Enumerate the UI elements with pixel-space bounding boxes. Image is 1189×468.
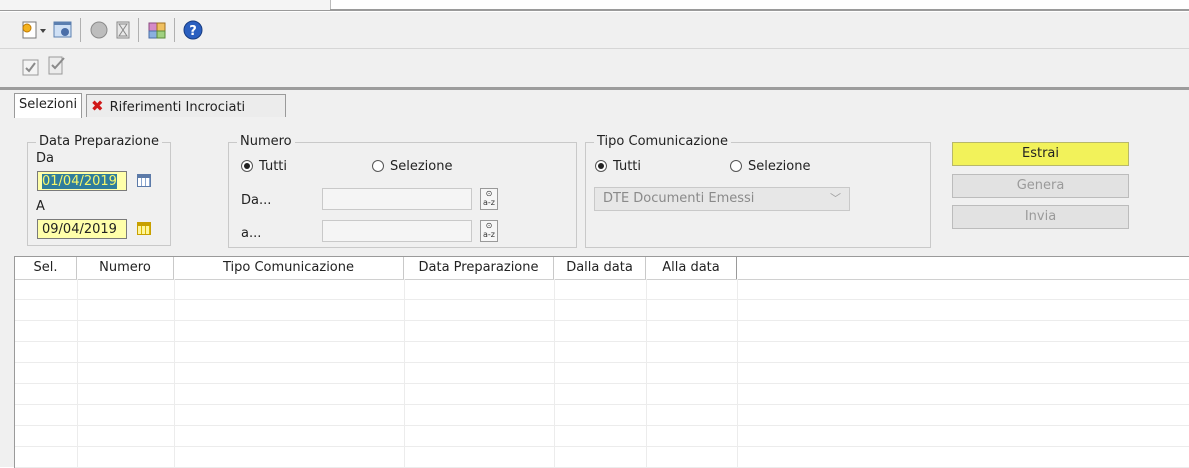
tabs-bar: Selezioni ✖ Riferimenti Incrociati (0, 90, 1189, 119)
table-row[interactable] (15, 405, 1189, 426)
data-preparazione-group: Data Preparazione Da 01/04/2019 A 09/04/… (27, 134, 171, 246)
sort-az-icon[interactable]: ⊙ a-z (480, 220, 498, 242)
table-row[interactable] (15, 384, 1189, 405)
table-row[interactable] (15, 279, 1189, 300)
table-row[interactable] (15, 342, 1189, 363)
results-grid[interactable]: Sel. Numero Tipo Comunicazione Data Prep… (14, 256, 1189, 468)
window-top-strip (0, 0, 1189, 12)
genera-button[interactable]: Genera (952, 174, 1129, 198)
numero-a-input[interactable] (322, 220, 472, 242)
close-icon[interactable]: ✖ (91, 97, 104, 115)
secondary-toolbar (0, 49, 1189, 90)
hourglass-icon[interactable] (112, 19, 134, 41)
numero-da-input[interactable] (322, 188, 472, 210)
numero-group: Numero Tutti Selezione Da... ⊙ a-z a... ⊙… (228, 134, 577, 248)
date-to-input[interactable]: 09/04/2019 (37, 219, 127, 239)
invia-button[interactable]: Invia (952, 205, 1129, 229)
top-divider (330, 9, 1189, 11)
tab-riferimenti-incrociati[interactable]: ✖ Riferimenti Incrociati (86, 94, 286, 117)
numero-da-label: Da... (241, 193, 272, 208)
edit-check-icon[interactable] (46, 55, 68, 77)
column-header-data-preparazione[interactable]: Data Preparazione (404, 257, 554, 279)
tipo-radio-tutti[interactable]: Tutti (595, 158, 641, 176)
table-row[interactable] (15, 321, 1189, 342)
calendar-icon[interactable] (137, 174, 151, 187)
tipo-comunicazione-legend: Tipo Comunicazione (594, 134, 732, 149)
column-header-alla-data[interactable]: Alla data (646, 257, 737, 279)
table-row[interactable] (15, 300, 1189, 321)
toolbar-separator (174, 18, 175, 42)
tipo-comunicazione-select-value: DTE Documenti Emessi (603, 191, 755, 206)
svg-text:?: ? (189, 24, 197, 39)
cube-icon[interactable] (146, 19, 168, 41)
grid-header: Sel. Numero Tipo Comunicazione Data Prep… (15, 257, 1189, 280)
toolbar-separator (80, 18, 81, 42)
numero-radio-selezione[interactable]: Selezione (372, 158, 453, 176)
help-icon[interactable]: ? (182, 19, 204, 41)
tipo-radio-selezione[interactable]: Selezione (730, 158, 811, 176)
column-header-dalla-data[interactable]: Dalla data (554, 257, 646, 279)
tab-selezioni[interactable]: Selezioni (14, 93, 83, 118)
toolbar-separator (138, 18, 139, 42)
checkbox-icon[interactable] (20, 57, 42, 79)
settings-window-icon[interactable] (52, 19, 74, 41)
column-header-numero[interactable]: Numero (77, 257, 174, 279)
table-row[interactable] (15, 447, 1189, 468)
date-to-value: 09/04/2019 (42, 222, 117, 237)
tab-selezioni-label: Selezioni (19, 97, 78, 112)
data-preparazione-legend: Data Preparazione (36, 134, 162, 149)
circle-icon[interactable] (88, 19, 110, 41)
date-from-input[interactable]: 01/04/2019 (37, 171, 127, 191)
chevron-down-icon: ﹀ (830, 192, 841, 205)
date-from-value: 01/04/2019 (42, 174, 117, 189)
sort-az-icon[interactable]: ⊙ a-z (480, 188, 498, 210)
calendar-icon[interactable] (137, 222, 151, 235)
dropdown-arrow-icon[interactable] (38, 19, 48, 41)
estrai-button[interactable]: Estrai (952, 142, 1129, 166)
a-label: A (36, 199, 45, 214)
table-row[interactable] (15, 363, 1189, 384)
tipo-comunicazione-group: Tipo Comunicazione Tutti Selezione DTE D… (585, 134, 931, 248)
top-tab-edge (0, 0, 331, 11)
da-label: Da (36, 151, 54, 166)
numero-legend: Numero (237, 134, 295, 149)
table-row[interactable] (15, 426, 1189, 447)
numero-a-label: a... (241, 226, 262, 241)
main-toolbar: ? (0, 12, 1189, 49)
tipo-comunicazione-select[interactable]: DTE Documenti Emessi ﹀ (594, 187, 850, 211)
column-header-sel[interactable]: Sel. (15, 257, 77, 279)
numero-radio-tutti[interactable]: Tutti (241, 158, 287, 176)
tab-riferimenti-label: Riferimenti Incrociati (109, 100, 246, 115)
column-header-tipo-comunicazione[interactable]: Tipo Comunicazione (174, 257, 404, 279)
